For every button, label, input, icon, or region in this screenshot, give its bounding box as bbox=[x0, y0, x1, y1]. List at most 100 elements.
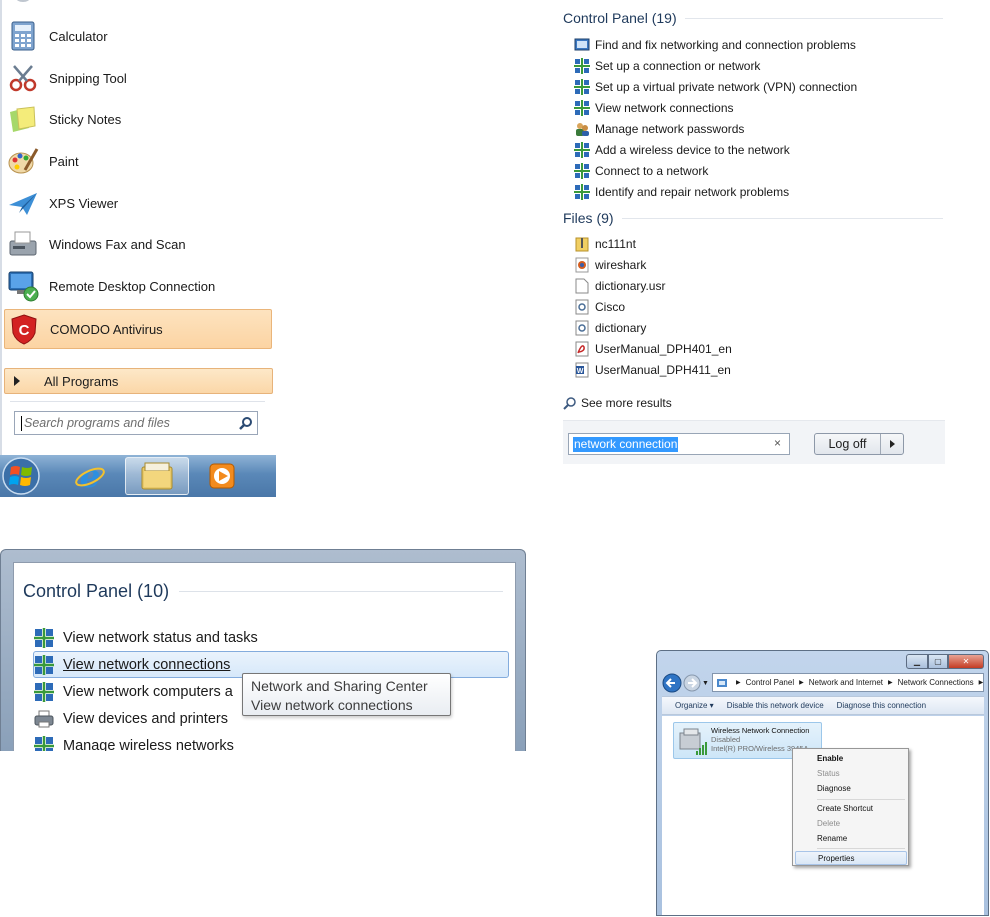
maximize-icon[interactable]: ▢ bbox=[928, 654, 948, 669]
diagnose-connection-button[interactable]: Diagnose this connection bbox=[837, 701, 926, 710]
result-item[interactable]: Manage network passwords bbox=[574, 119, 744, 139]
program-label: COMODO Antivirus bbox=[50, 321, 163, 337]
result-item[interactable]: View network connections bbox=[574, 98, 734, 118]
menu-item-diagnose[interactable]: Diagnose bbox=[795, 782, 907, 796]
file-label: UserManual_DPH401_en bbox=[595, 342, 732, 356]
start-menu-separator bbox=[10, 401, 265, 402]
taskbar: e bbox=[0, 455, 276, 497]
program-item-snipping-tool[interactable]: Snipping Tool bbox=[4, 58, 272, 98]
breadcrumb-item[interactable]: Network Connections bbox=[898, 678, 974, 687]
menu-item-properties[interactable]: Properties bbox=[795, 851, 907, 865]
chevron-right-icon: ▶ bbox=[799, 680, 804, 686]
menu-item-enable[interactable]: Enable bbox=[795, 752, 907, 766]
search-programs-input[interactable]: Search programs and files bbox=[14, 411, 258, 435]
result-item[interactable]: Manage wireless networks bbox=[34, 732, 234, 751]
section-divider bbox=[179, 591, 503, 592]
all-programs-button[interactable]: All Programs bbox=[4, 368, 273, 394]
result-item[interactable]: View network computers a bbox=[34, 678, 233, 705]
files-results-header: Files (9) bbox=[563, 210, 943, 226]
file-item[interactable]: UserManual_DPH401_en bbox=[574, 339, 732, 359]
media-player-icon[interactable] bbox=[196, 457, 248, 495]
result-label: Set up a virtual private network (VPN) c… bbox=[595, 80, 858, 94]
file-item[interactable]: W UserManual_DPH411_en bbox=[574, 360, 731, 380]
search-input[interactable]: network connection × bbox=[568, 433, 790, 455]
minimize-icon[interactable]: ▁ bbox=[906, 654, 928, 669]
control-panel-icon bbox=[716, 677, 728, 689]
tooltip: Network and Sharing Center View network … bbox=[242, 673, 451, 716]
file-item[interactable]: Cisco bbox=[574, 297, 625, 317]
window-controls: ▁ ▢ ✕ bbox=[906, 654, 984, 669]
network-icon bbox=[34, 681, 54, 702]
clear-search-icon[interactable]: × bbox=[774, 436, 781, 450]
internet-explorer-icon[interactable]: e bbox=[64, 457, 116, 495]
result-item[interactable]: Set up a virtual private network (VPN) c… bbox=[574, 77, 857, 97]
log-off-label: Log off bbox=[815, 434, 881, 454]
program-item-fax-scan[interactable]: Windows Fax and Scan bbox=[4, 224, 272, 264]
see-more-label: See more results bbox=[581, 396, 672, 410]
menu-item-rename[interactable]: Rename bbox=[795, 832, 907, 846]
search-results-panel: Control Panel (19) Find and fix networki… bbox=[556, 0, 950, 466]
program-label: XPS Viewer bbox=[49, 195, 119, 211]
result-item[interactable]: Set up a connection or network bbox=[574, 56, 760, 76]
disable-device-button[interactable]: Disable this network device bbox=[727, 701, 824, 710]
svg-text:e: e bbox=[80, 460, 100, 492]
program-label: Remote Desktop Connection bbox=[49, 278, 216, 294]
search-value: network connection bbox=[573, 436, 679, 452]
section-divider bbox=[621, 217, 943, 219]
zoomed-search-window: Control Panel (10) View network status a… bbox=[0, 549, 526, 751]
start-menu: Calculator Snipping Tool Sticky Notes Pa… bbox=[0, 0, 276, 497]
file-item[interactable]: wireshark bbox=[574, 255, 646, 275]
chevron-right-icon: ▶ bbox=[978, 680, 984, 686]
navigation-bar: ▼ ▶ Control Panel ▶ Network and Internet… bbox=[662, 672, 984, 694]
start-orb-icon[interactable] bbox=[0, 457, 44, 495]
menu-item-create-shortcut[interactable]: Create Shortcut bbox=[795, 802, 907, 816]
result-label: Manage wireless networks bbox=[63, 737, 234, 752]
result-item[interactable]: Find and fix networking and connection p… bbox=[574, 35, 856, 55]
log-off-button[interactable]: Log off bbox=[814, 433, 904, 455]
see-more-results-link[interactable]: See more results bbox=[563, 396, 672, 410]
connection-name: Wireless Network Connection bbox=[711, 726, 810, 735]
file-item[interactable]: nc111nt bbox=[574, 234, 636, 254]
program-item-comodo-antivirus[interactable]: C COMODO Antivirus bbox=[4, 309, 272, 349]
section-title: Files (9) bbox=[563, 210, 614, 226]
file-item[interactable]: dictionary.usr bbox=[574, 276, 665, 296]
breadcrumb-item[interactable]: Control Panel bbox=[746, 678, 794, 687]
result-item[interactable]: Connect to a network bbox=[574, 161, 708, 181]
program-item-partial[interactable] bbox=[4, 0, 272, 10]
program-item-calculator[interactable]: Calculator bbox=[4, 16, 272, 56]
organize-button[interactable]: Organize ▾ bbox=[675, 701, 714, 710]
breadcrumb-item[interactable]: Network and Internet bbox=[809, 678, 883, 687]
forward-arrow-icon[interactable] bbox=[683, 674, 701, 692]
fax-icon bbox=[6, 228, 40, 260]
program-item-paint[interactable]: Paint bbox=[4, 141, 272, 181]
triangle-right-icon[interactable] bbox=[890, 440, 895, 448]
scissors-icon bbox=[6, 62, 40, 94]
menu-item-delete[interactable]: Delete bbox=[795, 817, 907, 831]
result-label: Connect to a network bbox=[595, 164, 709, 178]
menu-item-status[interactable]: Status bbox=[795, 767, 907, 781]
program-label: Calculator bbox=[49, 28, 108, 44]
control-panel-results-header: Control Panel (19) bbox=[563, 10, 943, 26]
result-label: Manage network passwords bbox=[595, 122, 745, 136]
program-item-xps-viewer[interactable]: XPS Viewer bbox=[4, 183, 272, 223]
svg-text:W: W bbox=[577, 368, 584, 375]
explorer-folder-icon[interactable] bbox=[125, 457, 189, 495]
result-item[interactable]: View network status and tasks bbox=[34, 624, 258, 651]
file-item[interactable]: dictionary bbox=[574, 318, 646, 338]
back-arrow-icon[interactable] bbox=[662, 673, 682, 693]
program-item-remote-desktop[interactable]: Remote Desktop Connection bbox=[4, 266, 272, 306]
generic-app-icon bbox=[6, 0, 40, 6]
result-item[interactable]: Identify and repair network problems bbox=[574, 182, 789, 202]
section-title: Control Panel (19) bbox=[563, 10, 677, 26]
address-bar[interactable]: ▶ Control Panel ▶ Network and Internet ▶… bbox=[712, 673, 984, 692]
close-icon[interactable]: ✕ bbox=[948, 654, 984, 669]
search-icon[interactable] bbox=[235, 416, 257, 430]
menu-separator bbox=[817, 848, 905, 849]
chevron-down-icon[interactable]: ▼ bbox=[702, 680, 709, 687]
settings-file-icon bbox=[574, 299, 590, 315]
result-item[interactable]: View devices and printers bbox=[34, 705, 228, 732]
all-programs-label: All Programs bbox=[44, 373, 119, 389]
result-item[interactable]: Add a wireless device to the network bbox=[574, 140, 790, 160]
network-icon bbox=[574, 79, 590, 95]
program-item-sticky-notes[interactable]: Sticky Notes bbox=[4, 99, 272, 139]
